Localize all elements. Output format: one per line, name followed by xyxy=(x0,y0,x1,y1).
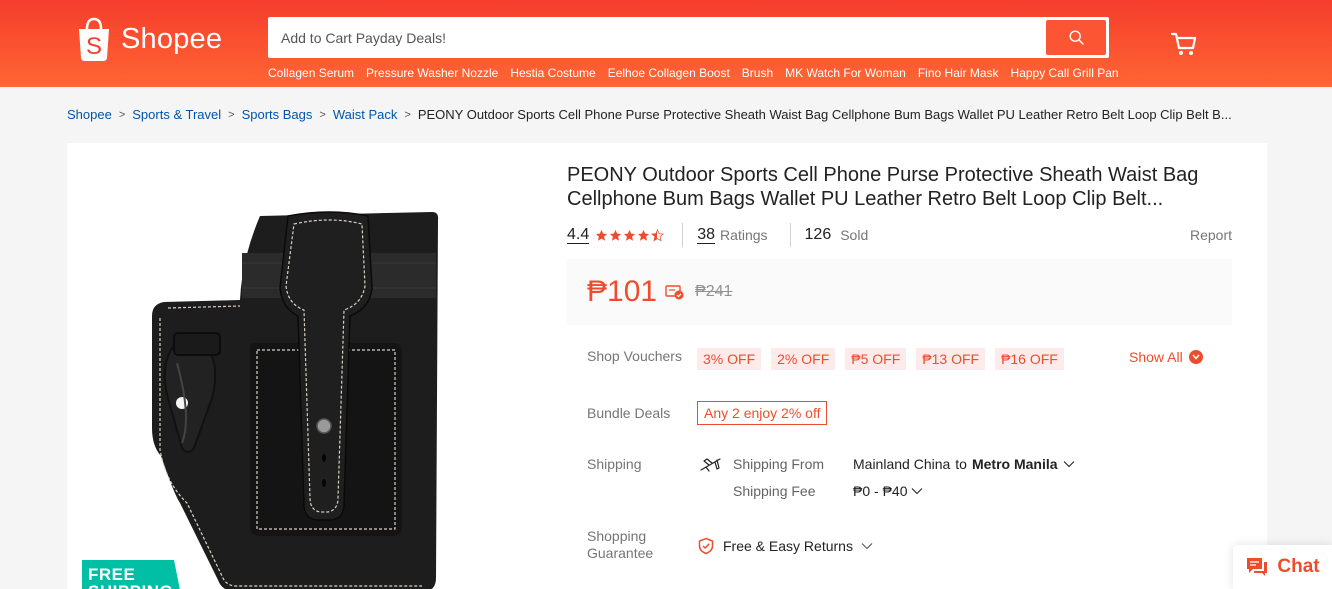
chevron-right-icon: > xyxy=(404,108,411,121)
voucher-chip[interactable]: 2% OFF xyxy=(771,348,836,370)
logo-text: Shopee xyxy=(121,22,223,55)
breadcrumb: Shopee > Sports & Travel > Sports Bags >… xyxy=(67,107,1267,122)
ratings-label: Ratings xyxy=(720,227,768,243)
suggestion-link[interactable]: Fino Hair Mask xyxy=(918,66,999,80)
chevron-right-icon: > xyxy=(118,108,126,121)
bundle-deals-label: Bundle Deals xyxy=(587,405,671,421)
airplane-icon xyxy=(700,458,721,472)
product-card: FREE SHIPPING PEONY Outdoor Sports Cell … xyxy=(67,143,1267,589)
svg-text:S: S xyxy=(86,33,102,60)
search-suggestions: Collagen Serum Pressure Washer Nozzle He… xyxy=(268,66,1131,80)
free-shipping-badge: FREE SHIPPING xyxy=(82,560,182,589)
breadcrumb-link[interactable]: Shopee xyxy=(67,107,112,122)
shipping-destination: Metro Manila xyxy=(971,456,1058,472)
shipping-route[interactable]: Mainland China to Metro Manila xyxy=(853,456,1075,472)
shipping-fee-value: ₱0 - ₱40 xyxy=(853,483,908,499)
shopee-bag-icon: S xyxy=(79,17,109,61)
rating-value[interactable]: 4.4 xyxy=(567,226,590,244)
shipping-label: Shipping xyxy=(587,456,642,472)
shopee-logo[interactable]: S Shopee xyxy=(75,16,222,62)
bundle-deal-tag[interactable]: Any 2 enjoy 2% off xyxy=(697,401,828,425)
chevron-right-icon: > xyxy=(228,108,235,121)
suggestion-link[interactable]: Happy Call Grill Pan xyxy=(1011,66,1119,80)
voucher-chip[interactable]: ₱13 OFF xyxy=(916,348,986,370)
sold-count: 126 xyxy=(804,226,832,243)
shipping-to-word: to xyxy=(955,456,967,472)
shipping-from-label: Shipping From xyxy=(733,456,825,472)
suggestion-link[interactable]: Brush xyxy=(742,66,773,80)
search-icon xyxy=(1068,30,1084,45)
divider xyxy=(682,223,684,247)
star-icon xyxy=(596,229,608,241)
cart-icon xyxy=(1170,32,1197,55)
chevron-down-icon xyxy=(861,543,873,550)
chevron-right-icon: > xyxy=(319,108,326,121)
price-section: ₱101 ₱241 xyxy=(567,259,1232,325)
breadcrumb-link[interactable]: Sports & Travel xyxy=(132,107,221,122)
top-header: S Shopee Collagen Serum Pressure Washer … xyxy=(0,0,1332,87)
chevron-down-icon xyxy=(912,488,923,495)
current-price: ₱101 xyxy=(587,275,658,308)
sold-label: Sold xyxy=(840,227,869,243)
shield-check-icon xyxy=(698,537,714,555)
search-button[interactable] xyxy=(1046,20,1106,55)
ratings-count[interactable]: 38 xyxy=(697,226,716,244)
show-all-vouchers-button[interactable]: Show All xyxy=(1129,349,1203,365)
search-bar xyxy=(268,17,1109,58)
shipping-origin: Mainland China xyxy=(853,456,951,472)
search-input[interactable] xyxy=(268,17,1038,58)
breadcrumb-link[interactable]: Sports Bags xyxy=(242,107,313,122)
shopping-guarantee-row: Shopping Guarantee Free & Easy Returns xyxy=(587,528,1232,568)
waist-bag-image xyxy=(152,211,439,589)
product-title: PEONY Outdoor Sports Cell Phone Purse Pr… xyxy=(567,164,1199,210)
suggestion-link[interactable]: Pressure Washer Nozzle xyxy=(366,66,498,80)
shop-vouchers-row: Shop Vouchers 3% OFF 2% OFF ₱5 OFF ₱13 O… xyxy=(587,348,1232,372)
star-half-icon xyxy=(651,228,665,241)
price-tag-icon[interactable] xyxy=(665,284,685,300)
show-all-label: Show All xyxy=(1129,349,1183,365)
voucher-list: 3% OFF 2% OFF ₱5 OFF ₱13 OFF ₱16 OFF xyxy=(697,348,1064,370)
report-link[interactable]: Report xyxy=(1190,227,1232,243)
suggestion-link[interactable]: MK Watch For Woman xyxy=(785,66,906,80)
breadcrumb-link[interactable]: Waist Pack xyxy=(333,107,398,122)
voucher-chip[interactable]: ₱5 OFF xyxy=(845,348,907,370)
star-icon xyxy=(624,229,636,241)
cart-button[interactable] xyxy=(1170,30,1200,60)
suggestion-link[interactable]: Eelhoe Collagen Boost xyxy=(608,66,730,80)
suggestion-link[interactable]: Collagen Serum xyxy=(268,66,354,80)
shipping-fee[interactable]: ₱0 - ₱40 xyxy=(853,483,923,499)
chevron-down-icon xyxy=(1063,461,1074,468)
product-image[interactable] xyxy=(82,158,532,589)
rating-stars xyxy=(595,228,665,242)
voucher-chip[interactable]: 3% OFF xyxy=(697,348,762,370)
chat-label: Chat xyxy=(1277,556,1320,577)
star-icon xyxy=(638,229,650,241)
breadcrumb-current: PEONY Outdoor Sports Cell Phone Purse Pr… xyxy=(417,107,1232,122)
shipping-row: Shipping Shipping From Mainland China to… xyxy=(587,453,1232,503)
shipping-fee-label: Shipping Fee xyxy=(733,483,816,499)
chevron-down-icon xyxy=(1188,350,1203,364)
original-price: ₱241 xyxy=(695,283,733,300)
free-returns-label: Free & Easy Returns xyxy=(723,538,853,554)
chat-button[interactable]: Chat xyxy=(1233,545,1332,589)
voucher-chip[interactable]: ₱16 OFF xyxy=(995,348,1064,370)
shopping-guarantee-label: Shopping Guarantee xyxy=(587,528,654,561)
divider xyxy=(789,223,791,247)
product-stats: 4.4 38 Ratings 126 Sold Report xyxy=(567,223,1232,247)
star-icon xyxy=(610,229,622,241)
chat-icon xyxy=(1247,558,1268,576)
shop-vouchers-label: Shop Vouchers xyxy=(587,348,682,364)
suggestion-link[interactable]: Hestia Costume xyxy=(510,66,595,80)
free-returns[interactable]: Free & Easy Returns xyxy=(697,537,873,555)
